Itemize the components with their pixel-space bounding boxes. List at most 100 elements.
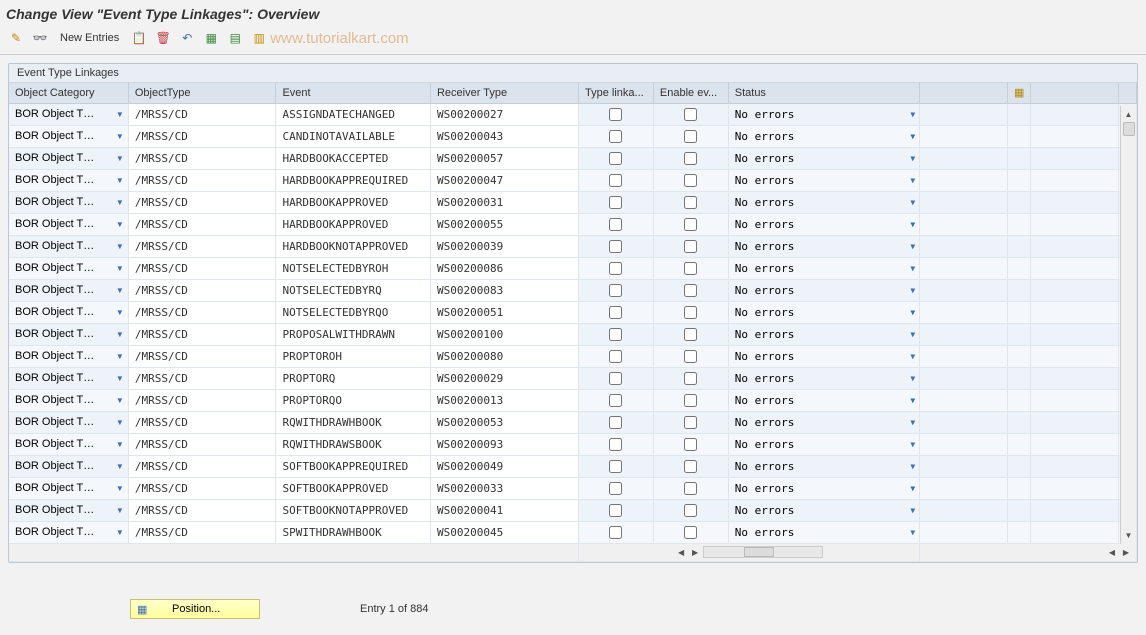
table-settings-icon[interactable]: ▥ xyxy=(249,28,269,48)
undo-icon[interactable]: ↶ xyxy=(177,28,197,48)
chevron-down-icon[interactable]: ▼ xyxy=(116,330,124,339)
scroll-left-icon[interactable]: ◀ xyxy=(1106,546,1118,558)
object-type-value[interactable]: /MRSS/CD xyxy=(129,302,276,323)
type-linkage-checkbox[interactable] xyxy=(609,526,622,539)
chevron-down-icon[interactable]: ▼ xyxy=(116,176,124,185)
table-row[interactable]: BOR Object T…▼/MRSS/CDHARDBOOKNOTAPPROVE… xyxy=(9,235,1137,257)
enable-event-checkbox[interactable] xyxy=(684,240,697,253)
chevron-down-icon[interactable]: ▼ xyxy=(116,506,124,515)
enable-event-checkbox[interactable] xyxy=(684,108,697,121)
table-row[interactable]: BOR Object T…▼/MRSS/CDNOTSELECTEDBYRQOWS… xyxy=(9,301,1137,323)
event-value[interactable]: SOFTBOOKAPPREQUIRED xyxy=(276,456,430,477)
event-value[interactable]: NOTSELECTEDBYROH xyxy=(276,258,430,279)
enable-event-checkbox[interactable] xyxy=(684,526,697,539)
new-entries-button[interactable]: New Entries xyxy=(54,28,125,48)
table-row[interactable]: BOR Object T…▼/MRSS/CDHARDBOOKAPPREQUIRE… xyxy=(9,169,1137,191)
type-linkage-checkbox[interactable] xyxy=(609,152,622,165)
type-linkage-checkbox[interactable] xyxy=(609,438,622,451)
enable-event-checkbox[interactable] xyxy=(684,174,697,187)
table-row[interactable]: BOR Object T…▼/MRSS/CDCANDINOTAVAILABLEW… xyxy=(9,125,1137,147)
enable-event-checkbox[interactable] xyxy=(684,196,697,209)
chevron-down-icon[interactable]: ▼ xyxy=(910,506,915,515)
scroll-up-icon[interactable]: ▲ xyxy=(1123,108,1135,120)
type-linkage-checkbox[interactable] xyxy=(609,218,622,231)
position-button[interactable]: ▦ Position... xyxy=(130,599,260,619)
chevron-down-icon[interactable]: ▼ xyxy=(116,352,124,361)
scroll-down-icon[interactable]: ▼ xyxy=(1123,530,1135,542)
chevron-down-icon[interactable]: ▼ xyxy=(910,198,915,207)
chevron-down-icon[interactable]: ▼ xyxy=(910,330,915,339)
col-object-type[interactable]: ObjectType xyxy=(128,83,276,103)
event-value[interactable]: SOFTBOOKAPPROVED xyxy=(276,478,430,499)
event-value[interactable]: HARDBOOKAPPREQUIRED xyxy=(276,170,430,191)
chevron-down-icon[interactable]: ▼ xyxy=(116,308,124,317)
type-linkage-checkbox[interactable] xyxy=(609,350,622,363)
receiver-type-value[interactable]: WS00200083 xyxy=(431,280,578,301)
chevron-down-icon[interactable]: ▼ xyxy=(910,396,915,405)
chevron-down-icon[interactable]: ▼ xyxy=(116,396,124,405)
type-linkage-checkbox[interactable] xyxy=(609,174,622,187)
chevron-down-icon[interactable]: ▼ xyxy=(116,220,124,229)
type-linkage-checkbox[interactable] xyxy=(609,416,622,429)
table-row[interactable]: BOR Object T…▼/MRSS/CDPROPTOROHWS0020008… xyxy=(9,345,1137,367)
enable-event-checkbox[interactable] xyxy=(684,218,697,231)
object-type-value[interactable]: /MRSS/CD xyxy=(129,214,276,235)
type-linkage-checkbox[interactable] xyxy=(609,460,622,473)
enable-event-checkbox[interactable] xyxy=(684,504,697,517)
enable-event-checkbox[interactable] xyxy=(684,262,697,275)
type-linkage-checkbox[interactable] xyxy=(609,372,622,385)
chevron-down-icon[interactable]: ▼ xyxy=(910,528,915,537)
type-linkage-checkbox[interactable] xyxy=(609,108,622,121)
event-value[interactable]: HARDBOOKNOTAPPROVED xyxy=(276,236,430,257)
receiver-type-value[interactable]: WS00200033 xyxy=(431,478,578,499)
table-row[interactable]: BOR Object T…▼/MRSS/CDASSIGNDATECHANGEDW… xyxy=(9,103,1137,125)
event-value[interactable]: PROPTORQO xyxy=(276,390,430,411)
chevron-down-icon[interactable]: ▼ xyxy=(910,484,915,493)
delete-icon[interactable]: 🗑 xyxy=(153,28,173,48)
select-all-icon[interactable]: ▦ xyxy=(201,28,221,48)
table-row[interactable]: BOR Object T…▼/MRSS/CDNOTSELECTEDBYRQWS0… xyxy=(9,279,1137,301)
table-row[interactable]: BOR Object T…▼/MRSS/CDHARDBOOKACCEPTEDWS… xyxy=(9,147,1137,169)
col-receiver-type[interactable]: Receiver Type xyxy=(430,83,578,103)
deselect-icon[interactable]: ▤ xyxy=(225,28,245,48)
enable-event-checkbox[interactable] xyxy=(684,394,697,407)
receiver-type-value[interactable]: WS00200029 xyxy=(431,368,578,389)
receiver-type-value[interactable]: WS00200057 xyxy=(431,148,578,169)
object-type-value[interactable]: /MRSS/CD xyxy=(129,236,276,257)
chevron-down-icon[interactable]: ▼ xyxy=(910,220,915,229)
table-row[interactable]: BOR Object T…▼/MRSS/CDSOFTBOOKAPPREQUIRE… xyxy=(9,455,1137,477)
table-row[interactable]: BOR Object T…▼/MRSS/CDHARDBOOKAPPROVEDWS… xyxy=(9,213,1137,235)
enable-event-checkbox[interactable] xyxy=(684,372,697,385)
object-type-value[interactable]: /MRSS/CD xyxy=(129,324,276,345)
table-row[interactable]: BOR Object T…▼/MRSS/CDPROPOSALWITHDRAWNW… xyxy=(9,323,1137,345)
enable-event-checkbox[interactable] xyxy=(684,284,697,297)
chevron-down-icon[interactable]: ▼ xyxy=(116,418,124,427)
type-linkage-checkbox[interactable] xyxy=(609,130,622,143)
table-row[interactable]: BOR Object T…▼/MRSS/CDHARDBOOKAPPROVEDWS… xyxy=(9,191,1137,213)
object-type-value[interactable]: /MRSS/CD xyxy=(129,192,276,213)
receiver-type-value[interactable]: WS00200047 xyxy=(431,170,578,191)
chevron-down-icon[interactable]: ▼ xyxy=(910,242,915,251)
enable-event-checkbox[interactable] xyxy=(684,350,697,363)
object-type-value[interactable]: /MRSS/CD xyxy=(129,104,276,125)
chevron-down-icon[interactable]: ▼ xyxy=(116,286,124,295)
object-type-value[interactable]: /MRSS/CD xyxy=(129,346,276,367)
type-linkage-checkbox[interactable] xyxy=(609,328,622,341)
table-row[interactable]: BOR Object T…▼/MRSS/CDNOTSELECTEDBYROHWS… xyxy=(9,257,1137,279)
scroll-right-icon[interactable]: ▶ xyxy=(1120,546,1132,558)
object-type-value[interactable]: /MRSS/CD xyxy=(129,280,276,301)
display-icon[interactable]: 👓 xyxy=(30,28,50,48)
receiver-type-value[interactable]: WS00200051 xyxy=(431,302,578,323)
enable-event-checkbox[interactable] xyxy=(684,328,697,341)
chevron-down-icon[interactable]: ▼ xyxy=(116,110,124,119)
receiver-type-value[interactable]: WS00200053 xyxy=(431,412,578,433)
event-value[interactable]: SOFTBOOKNOTAPPROVED xyxy=(276,500,430,521)
change-icon[interactable]: ✎ xyxy=(6,28,26,48)
table-row[interactable]: BOR Object T…▼/MRSS/CDRQWITHDRAWSBOOKWS0… xyxy=(9,433,1137,455)
event-value[interactable]: HARDBOOKAPPROVED xyxy=(276,192,430,213)
chevron-down-icon[interactable]: ▼ xyxy=(116,198,124,207)
receiver-type-value[interactable]: WS00200031 xyxy=(431,192,578,213)
copy-icon[interactable]: 📋 xyxy=(129,28,149,48)
chevron-down-icon[interactable]: ▼ xyxy=(910,110,915,119)
chevron-down-icon[interactable]: ▼ xyxy=(116,462,124,471)
